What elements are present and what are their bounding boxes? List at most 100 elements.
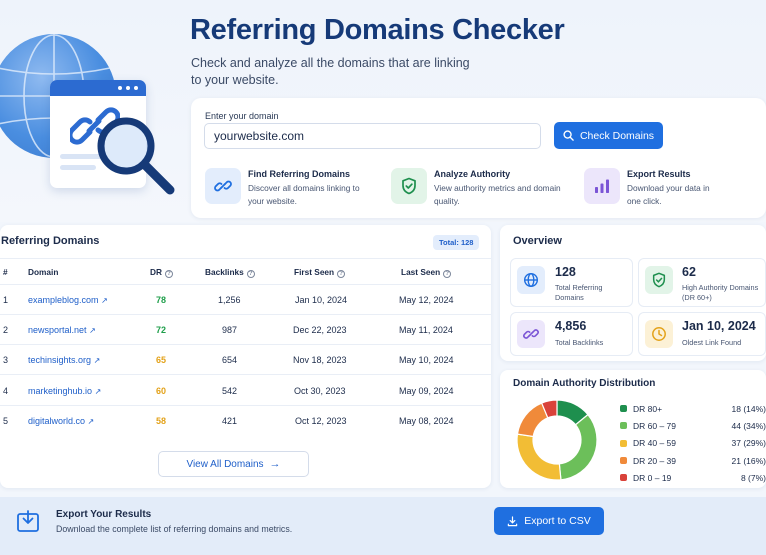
external-link-icon: ↗ <box>93 356 101 365</box>
domain-link[interactable]: newsportal.net ↗ <box>28 325 96 335</box>
divider <box>0 314 491 315</box>
info-icon[interactable]: ? <box>337 270 346 278</box>
info-icon[interactable]: ? <box>246 270 255 278</box>
first-seen-header-label: First Seen <box>294 267 335 277</box>
dr-value: 60 <box>156 386 167 396</box>
row-number: 3 <box>3 355 9 365</box>
legend-label: DR 40 – 59 <box>633 438 676 449</box>
legend-value: 44 (34%) <box>731 420 766 431</box>
legend-swatch <box>620 422 627 430</box>
divider <box>0 284 491 285</box>
export-csv-button[interactable]: Export to CSV <box>494 507 604 535</box>
search-icon <box>563 130 574 141</box>
dr-value: 78 <box>156 295 167 305</box>
row-number: 4 <box>3 386 9 396</box>
page-subtitle: Check and analyze all the domains that a… <box>191 56 470 87</box>
stat-label: Total Backlinks <box>555 338 604 347</box>
export-description: Download the complete list of referring … <box>56 524 293 534</box>
domain-input[interactable]: yourwebsite.com <box>204 123 541 149</box>
first-seen-value: Jan 10, 2024 <box>295 295 348 305</box>
info-icon[interactable]: ? <box>164 270 173 278</box>
stat-value: 4,856 <box>555 319 587 333</box>
backlinks-value: 987 <box>222 325 238 335</box>
domain-link-text: techinsights.org <box>28 355 92 365</box>
domain-link-text: exampleblog.com <box>28 295 99 305</box>
link-icon <box>523 329 539 339</box>
stat-label: Total Referring Domains <box>555 283 603 302</box>
feature-title-find: Find Referring Domains <box>248 169 351 179</box>
download-icon <box>508 515 518 526</box>
legend-item: DR 40 – 59 37 (29%) <box>620 435 766 452</box>
overview-title: Overview <box>513 235 562 247</box>
domain-link[interactable]: digitalworld.co ↗ <box>28 416 94 426</box>
divider <box>0 344 491 345</box>
dr-value: 65 <box>156 355 167 365</box>
referring-domains-title: Referring Domains <box>1 235 100 247</box>
column-header-last-seen[interactable]: Last Seen? <box>401 267 452 278</box>
first-seen-value: Nov 18, 2023 <box>293 355 347 365</box>
legend-item: DR 80+ 18 (14%) <box>620 400 766 417</box>
legend-swatch <box>620 439 627 447</box>
backlinks-header-label: Backlinks <box>205 267 244 277</box>
view-all-domains-button[interactable]: View All Domains → <box>158 451 309 477</box>
legend-item: DR 60 – 79 44 (34%) <box>620 417 766 434</box>
feature-title-authority: Analyze Authority <box>434 169 511 179</box>
legend-swatch <box>620 457 627 465</box>
donut-slice-2 <box>516 433 562 481</box>
last-seen-value: May 11, 2024 <box>399 325 453 335</box>
distribution-title: Domain Authority Distribution <box>513 378 656 389</box>
stat-globe-icon-box <box>517 266 545 294</box>
globe-icon <box>523 272 539 288</box>
dr-value: 58 <box>156 416 167 426</box>
domain-link-text: newsportal.net <box>28 325 87 335</box>
view-all-label: View All Domains <box>186 458 264 470</box>
row-number: 5 <box>3 416 9 426</box>
shield-check-icon <box>652 272 666 288</box>
first-seen-value: Oct 30, 2023 <box>294 386 346 396</box>
legend-swatch <box>620 405 627 413</box>
export-title: Export Your Results <box>56 509 152 520</box>
legend-item: DR 20 – 39 21 (16%) <box>620 452 766 469</box>
backlinks-value: 654 <box>222 355 238 365</box>
domain-link[interactable]: techinsights.org ↗ <box>28 355 100 365</box>
page-title: Referring Domains Checker <box>190 14 565 46</box>
domain-link-text: digitalworld.co <box>28 416 86 426</box>
domain-link[interactable]: exampleblog.com ↗ <box>28 295 108 305</box>
last-seen-value: May 12, 2024 <box>399 295 454 305</box>
legend-item: DR 0 – 19 8 (7%) <box>620 469 766 486</box>
export-csv-label: Export to CSV <box>524 515 591 527</box>
legend-label: DR 20 – 39 <box>633 455 676 466</box>
divider <box>0 374 491 375</box>
last-seen-value: May 08, 2024 <box>399 416 454 426</box>
magnifier-icon <box>97 117 175 195</box>
column-header-first-seen[interactable]: First Seen? <box>294 267 346 278</box>
feature-desc-authority: View authority metrics and domain qualit… <box>434 183 561 206</box>
stat-value: 128 <box>555 265 576 279</box>
legend-label: DR 80+ <box>633 403 663 414</box>
info-icon[interactable]: ? <box>443 270 452 278</box>
clock-icon <box>652 327 666 341</box>
bar-chart-icon <box>595 179 609 193</box>
backlinks-value: 542 <box>222 386 238 396</box>
legend-value: 37 (29%) <box>731 438 766 449</box>
legend-value: 8 (7%) <box>740 472 766 483</box>
row-number: 1 <box>3 295 9 305</box>
last-seen-value: May 09, 2024 <box>399 386 454 396</box>
stat-value: Jan 10, 2024 <box>682 319 756 333</box>
dr-header-label: DR <box>150 267 162 277</box>
column-header-domain[interactable]: Domain <box>28 267 58 277</box>
divider <box>0 405 491 406</box>
legend-value: 18 (14%) <box>731 403 766 414</box>
feature-desc-export: Download your data in one click. <box>627 183 710 206</box>
check-domains-button[interactable]: Check Domains <box>554 122 663 149</box>
column-header-backlinks[interactable]: Backlinks? <box>205 267 255 278</box>
link-icon <box>214 180 232 192</box>
total-badge: Total: 128 <box>433 235 480 250</box>
donut-slice-1 <box>558 413 598 481</box>
column-header-dr[interactable]: DR? <box>150 267 173 278</box>
backlinks-value: 1,256 <box>218 295 241 305</box>
backlinks-value: 421 <box>222 416 238 426</box>
feature-title-export: Export Results <box>627 169 691 179</box>
first-seen-value: Oct 12, 2023 <box>295 416 347 426</box>
domain-link[interactable]: marketinghub.io ↗ <box>28 386 101 396</box>
